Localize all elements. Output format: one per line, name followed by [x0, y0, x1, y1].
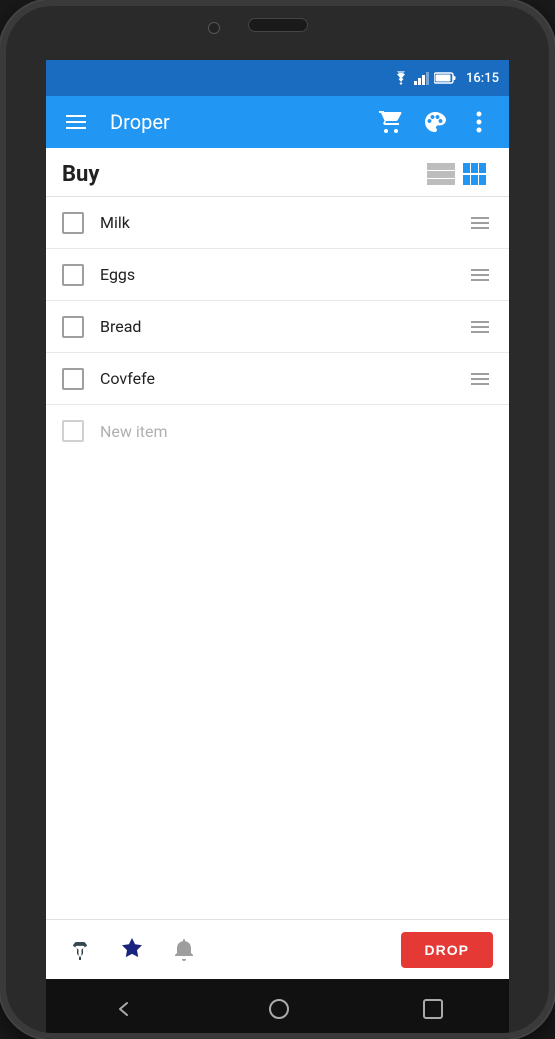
list-title: Buy [62, 162, 425, 187]
item-checkbox-milk[interactable] [62, 212, 84, 234]
home-button[interactable] [268, 998, 290, 1020]
shopping-list: Milk Eggs [46, 197, 509, 919]
drag-handle-milk[interactable] [467, 213, 493, 233]
drop-button[interactable]: DROP [401, 932, 493, 968]
cart-button[interactable] [373, 104, 409, 140]
item-text-bread: Bread [100, 317, 467, 336]
list-header: Buy [46, 148, 509, 197]
item-checkbox-bread[interactable] [62, 316, 84, 338]
palette-icon [423, 110, 447, 134]
cart-icon [379, 111, 403, 133]
view-list-icon [463, 163, 491, 185]
item-text-eggs: Eggs [100, 265, 467, 284]
home-icon [268, 998, 290, 1020]
item-text-milk: Milk [100, 213, 467, 232]
back-button[interactable] [113, 998, 135, 1020]
menu-button[interactable] [58, 111, 94, 133]
hamburger-line-3 [66, 127, 86, 129]
pin-button[interactable] [62, 932, 98, 968]
list-item: Eggs [46, 249, 509, 301]
star-icon [119, 937, 145, 962]
hamburger-line-2 [66, 121, 86, 123]
view-compact-button[interactable] [425, 160, 457, 188]
star-button[interactable] [114, 932, 150, 968]
new-item-input[interactable]: New item [100, 422, 493, 441]
view-list-button[interactable] [461, 160, 493, 188]
back-icon [113, 998, 135, 1020]
view-compact-icon [427, 163, 455, 185]
more-icon [476, 111, 482, 133]
recents-button[interactable] [423, 999, 443, 1019]
phone-shell: 16:15 Droper [0, 0, 555, 1039]
status-icons: 16:15 [392, 71, 499, 86]
list-item: Milk [46, 197, 509, 249]
bottom-toolbar: DROP [46, 919, 509, 979]
app-bar: Droper [46, 96, 509, 148]
drag-handle-covfefe[interactable] [467, 369, 493, 389]
content-area: Buy [46, 148, 509, 979]
more-button[interactable] [461, 104, 497, 140]
new-item-row[interactable]: New item [46, 405, 509, 457]
view-toggle [425, 160, 493, 188]
hamburger-line-1 [66, 115, 86, 117]
pin-icon [68, 938, 92, 962]
toolbar-action-icons [62, 932, 401, 968]
drag-handle-eggs[interactable] [467, 265, 493, 285]
drag-handle-bread[interactable] [467, 317, 493, 337]
status-time: 16:15 [466, 71, 499, 86]
app-title: Droper [110, 110, 373, 134]
battery-icon [434, 72, 456, 84]
app-bar-actions [373, 104, 497, 140]
new-item-checkbox [62, 420, 84, 442]
status-bar: 16:15 [46, 60, 509, 96]
navigation-bar [46, 979, 509, 1039]
item-checkbox-covfefe[interactable] [62, 368, 84, 390]
list-item: Bread [46, 301, 509, 353]
bell-icon [172, 937, 196, 963]
front-camera [208, 22, 220, 34]
palette-button[interactable] [417, 104, 453, 140]
item-text-covfefe: Covfefe [100, 369, 467, 388]
recents-icon [423, 999, 443, 1019]
item-checkbox-eggs[interactable] [62, 264, 84, 286]
wifi-icon [392, 71, 410, 85]
screen: 16:15 Droper [46, 60, 509, 979]
bell-button[interactable] [166, 932, 202, 968]
signal-icon [414, 71, 430, 85]
speaker [248, 18, 308, 32]
list-item: Covfefe [46, 353, 509, 405]
